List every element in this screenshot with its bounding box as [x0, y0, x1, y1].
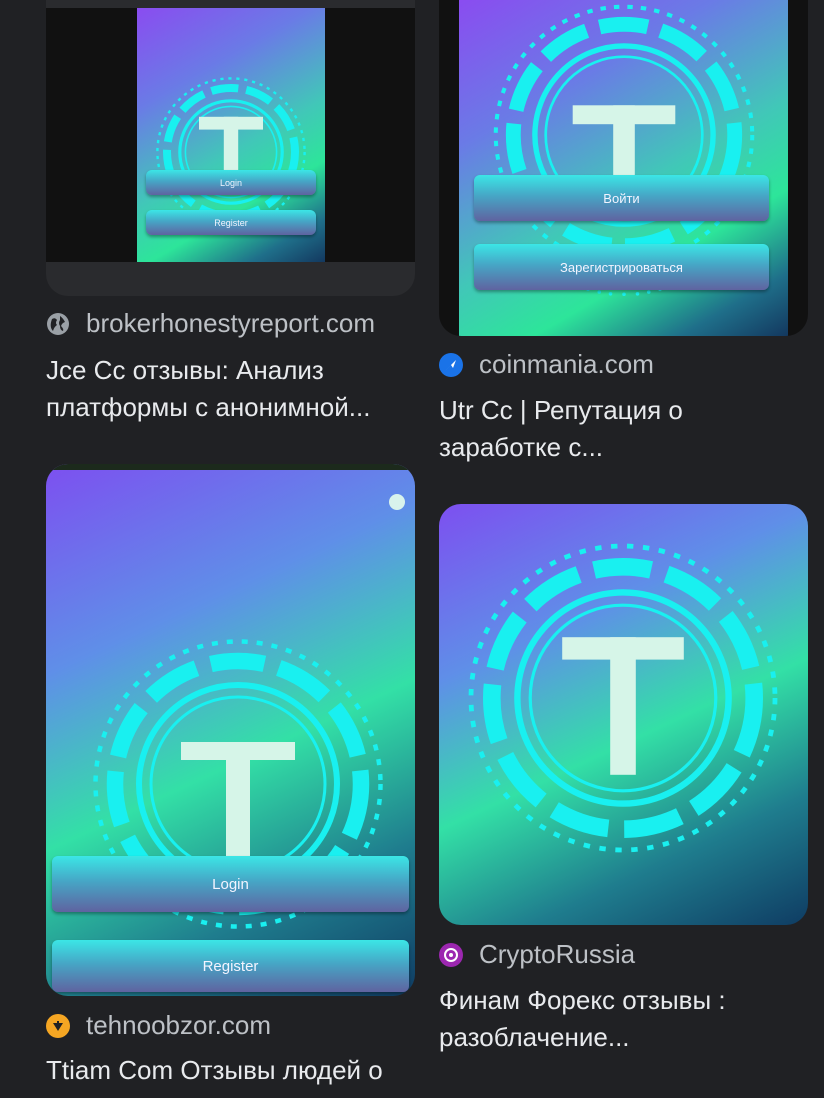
app-icon [389, 494, 405, 510]
login-button: Login [146, 170, 316, 195]
tehnoobzor-favicon-icon [46, 1013, 70, 1038]
result-title-2[interactable]: Utr Cc | Репутация о заработке с... [439, 392, 808, 466]
t-logo-graphic [493, 4, 755, 266]
coinmania-favicon-icon [439, 352, 463, 377]
result-title-1[interactable]: Jce Cc отзывы: Анализ платформы с аноним… [46, 352, 415, 426]
register-button: Register [52, 940, 409, 992]
result-thumbnail-3[interactable]: Login Register [46, 464, 415, 996]
result-source-3[interactable]: tehnoobzor.com [46, 1010, 271, 1041]
title-line: Финам Форекс отзывы : [439, 985, 726, 1015]
status-strip [46, 464, 415, 470]
source-label: brokerhonestyreport.com [86, 308, 376, 338]
title-line: Utr Cc | Репутация о [439, 395, 683, 425]
source-label: tehnoobzor.com [86, 1010, 272, 1040]
register-button: Register [146, 210, 316, 235]
result-source-4[interactable]: CryptoRussia [439, 939, 635, 970]
cryptorussia-favicon-icon [439, 942, 463, 967]
result-source-2[interactable]: coinmania.com [439, 349, 654, 380]
globe-icon [46, 312, 70, 336]
source-label: coinmania.com [479, 349, 654, 379]
t-logo-graphic [468, 543, 778, 853]
result-thumbnail-1[interactable]: Login Register [46, 0, 415, 296]
result-thumbnail-2[interactable]: Войти Зарегистрироваться [439, 0, 808, 336]
title-line: платформы с анонимной... [46, 392, 371, 422]
register-button: Зарегистрироваться [474, 244, 769, 290]
result-thumbnail-4[interactable] [439, 504, 808, 925]
title-line: заработке с... [439, 432, 604, 462]
source-label: CryptoRussia [479, 939, 636, 969]
t-logo-graphic [156, 77, 306, 227]
result-source-1[interactable]: brokerhonestyreport.com [46, 308, 375, 339]
result-title-4[interactable]: Финам Форекс отзывы : разоблачение... [439, 982, 808, 1056]
title-line: Jce Cc отзывы: Анализ [46, 355, 324, 385]
login-button: Login [52, 856, 409, 912]
title-line: Ttiam Com Отзывы людей о [46, 1055, 383, 1085]
title-line: разоблачение... [439, 1022, 630, 1052]
result-title-3[interactable]: Ttiam Com Отзывы людей о [46, 1052, 415, 1089]
login-button: Войти [474, 175, 769, 221]
